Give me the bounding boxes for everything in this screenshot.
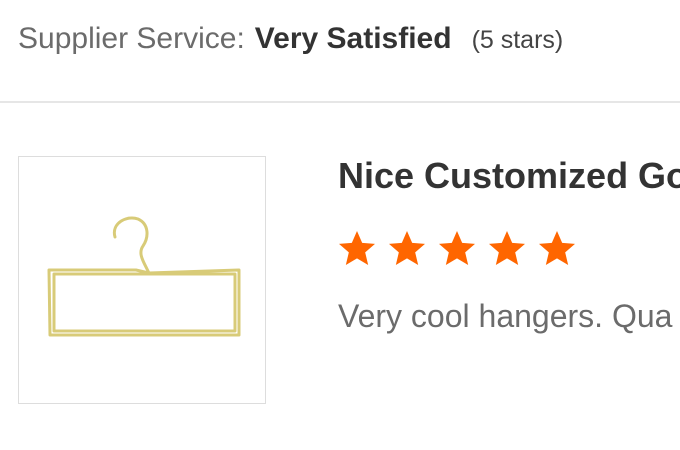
section-divider <box>0 101 680 103</box>
hanger-icon <box>47 216 241 337</box>
star-icon <box>539 231 575 265</box>
star-icon <box>339 231 375 265</box>
review-text: Very cool hangers. Qua <box>338 298 673 334</box>
supplier-service-value: Very Satisfied <box>254 22 452 55</box>
star-icon <box>389 231 425 265</box>
supplier-service-row: Supplier Service: Very Satisfied (5 star… <box>18 22 563 66</box>
star-icon <box>439 231 475 265</box>
star-icon <box>489 231 525 265</box>
product-image[interactable] <box>18 156 266 404</box>
review-title: Nice Customized Go <box>338 155 680 196</box>
supplier-service-label: Supplier Service: <box>18 22 245 55</box>
review-rating <box>337 229 577 269</box>
supplier-service-stars-text: (5 stars) <box>471 26 564 54</box>
